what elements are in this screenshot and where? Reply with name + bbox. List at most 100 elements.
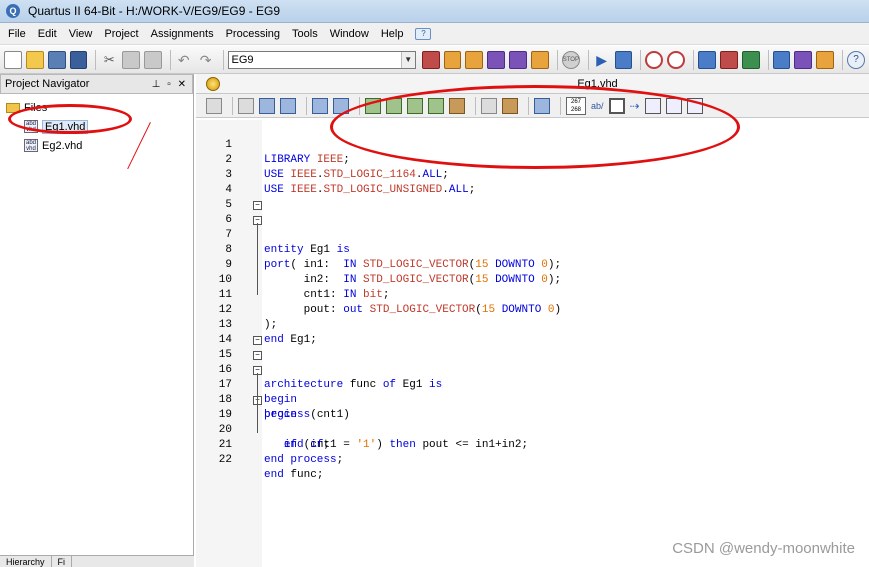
cut-icon[interactable]: ✂	[100, 51, 118, 69]
line-numbers-toggle[interactable]: 267 268	[566, 96, 586, 115]
bookmark-toggle-icon[interactable]	[365, 97, 381, 114]
fold-toggle[interactable]: −	[253, 201, 262, 210]
programmer-icon[interactable]	[772, 50, 791, 69]
undo-icon[interactable]: ↶	[175, 51, 193, 69]
toolbar-separator	[232, 96, 233, 115]
find-replace-icon[interactable]	[259, 97, 275, 114]
window-title: Quartus II 64-Bit - H:/WORK-V/EG9/EG9 - …	[28, 4, 281, 18]
save-all-icon[interactable]	[69, 50, 88, 69]
code-line: 8 in1: IN STD_LOGIC_VECTOR(15 DOWNTO 0);	[196, 228, 561, 271]
new-file-icon[interactable]	[4, 50, 22, 69]
open-file-icon[interactable]	[25, 50, 44, 69]
code-text: end Eg1;	[264, 334, 317, 346]
code-text: architecture func of Eg1 is	[264, 379, 443, 391]
menu-processing[interactable]: Processing	[220, 23, 286, 45]
check-syntax-icon[interactable]	[534, 97, 550, 114]
bookmark-prev-icon[interactable]	[407, 97, 423, 114]
toolbar-separator	[475, 96, 476, 115]
fold-toggle[interactable]: −	[253, 336, 262, 345]
code-line: 15 − architecture func of Eg1 is	[196, 333, 442, 391]
code-text: end if;	[283, 439, 331, 451]
bookmark-delete-icon[interactable]	[449, 97, 465, 114]
file-item-eg1[interactable]: abd vhd Eg1.vhd	[6, 117, 187, 136]
editor-view-icon[interactable]	[206, 97, 222, 114]
design-partition-icon[interactable]	[509, 50, 527, 69]
assignment-editor-icon[interactable]	[421, 50, 440, 69]
menu-bar: File Edit View Project Assignments Proce…	[0, 23, 869, 45]
menu-edit[interactable]: Edit	[32, 23, 63, 45]
project-navigator: Project Navigator ⊥ ▫ ✕ Files abd vhd Eg1…	[0, 74, 194, 567]
menu-tools[interactable]: Tools	[286, 23, 324, 45]
netlist-viewer-icon[interactable]	[719, 50, 738, 69]
simulator-icon[interactable]	[741, 50, 760, 69]
timing-analyzer-icon[interactable]	[645, 50, 664, 69]
bookmark-next-icon[interactable]	[386, 97, 402, 114]
title-bar: Q Quartus II 64-Bit - H:/WORK-V/EG9/EG9 …	[0, 0, 869, 23]
help-icon[interactable]: ?	[847, 50, 865, 69]
tab-hierarchy[interactable]: Hierarchy	[0, 556, 52, 567]
menu-help[interactable]: Help	[375, 23, 410, 45]
toolbar-separator	[640, 49, 642, 70]
code-line: 3 USE IEEE.STD_LOGIC_UNSIGNED.ALL;	[196, 153, 475, 196]
vhdl-file-icon: abd vhd	[24, 120, 38, 133]
logic-lock-icon[interactable]	[530, 50, 549, 69]
menu-project[interactable]: Project	[98, 23, 144, 45]
block-select-icon[interactable]	[608, 97, 625, 114]
comment-icon[interactable]	[502, 97, 518, 114]
menu-assignments[interactable]: Assignments	[145, 23, 220, 45]
settings-wand-icon[interactable]	[465, 50, 484, 69]
navigator-tabs: Hierarchy Fi	[0, 555, 194, 567]
menu-view[interactable]: View	[63, 23, 99, 45]
chevron-down-icon[interactable]: ▼	[400, 51, 415, 68]
fold-guide	[257, 373, 258, 433]
sopc-builder-icon[interactable]	[816, 50, 835, 69]
code-text: end func;	[264, 469, 324, 481]
unindent-icon[interactable]	[333, 97, 349, 114]
file-item-eg2[interactable]: abd vhd Eg2.vhd	[6, 136, 187, 155]
full-screen-icon[interactable]	[686, 97, 703, 114]
redo-icon[interactable]: ↷	[197, 51, 215, 69]
analysis-synthesis-icon[interactable]	[614, 50, 633, 69]
chip-planner-icon[interactable]	[487, 50, 506, 69]
indent-icon[interactable]	[312, 97, 328, 114]
toolbar-separator	[222, 49, 224, 70]
code-text: );	[264, 319, 278, 331]
go-to-icon[interactable]: ⇢	[630, 98, 640, 114]
code-line: 5	[196, 183, 236, 211]
split-view-icon[interactable]	[644, 97, 661, 114]
word-wrap-toggle[interactable]: ab/	[591, 98, 604, 114]
stop-icon[interactable]: STOP	[561, 50, 580, 69]
toolbar-separator	[556, 49, 558, 70]
code-line: 11 pout: out STD_LOGIC_VECTOR(15 DOWNTO …	[196, 273, 561, 316]
window-layout-icon[interactable]	[665, 97, 682, 114]
panel-controls[interactable]: ⊥ ▫ ✕	[152, 79, 188, 90]
pin-planner-icon[interactable]	[443, 50, 462, 69]
code-line: 4	[196, 168, 236, 196]
bookmark-clear-icon[interactable]	[428, 97, 444, 114]
find-icon[interactable]	[238, 97, 254, 114]
start-compilation-icon[interactable]: ▶	[593, 51, 611, 69]
help-balloon-icon[interactable]: ?	[415, 27, 432, 40]
files-folder[interactable]: Files	[6, 98, 187, 117]
code-line: 22 end func;	[196, 438, 324, 481]
fold-toggle[interactable]: −	[253, 351, 262, 360]
toolbar-separator	[95, 49, 97, 70]
copy-icon[interactable]	[122, 50, 141, 69]
save-icon[interactable]	[47, 50, 66, 69]
toolbar-separator	[169, 49, 171, 70]
goto-line-icon[interactable]	[280, 97, 296, 114]
code-line: 1 LIBRARY IEEE;	[196, 123, 349, 166]
timequest-icon[interactable]	[667, 50, 686, 69]
project-combo[interactable]: EG9 ▼	[227, 50, 416, 69]
insert-template-icon[interactable]	[481, 97, 497, 114]
chip-icon[interactable]	[794, 50, 813, 69]
tab-files[interactable]: Fi	[52, 556, 73, 567]
code-line: 7 − port(	[196, 213, 297, 271]
quartus-app-icon: Q	[6, 4, 20, 18]
menu-window[interactable]: Window	[324, 23, 375, 45]
rtl-viewer-icon[interactable]	[698, 50, 716, 69]
paste-icon[interactable]	[144, 50, 162, 69]
code-text: LIBRARY IEEE;	[264, 154, 350, 166]
menu-file[interactable]: File	[2, 23, 32, 45]
code-text: pout: out STD_LOGIC_VECTOR(15 DOWNTO 0)	[264, 304, 562, 316]
